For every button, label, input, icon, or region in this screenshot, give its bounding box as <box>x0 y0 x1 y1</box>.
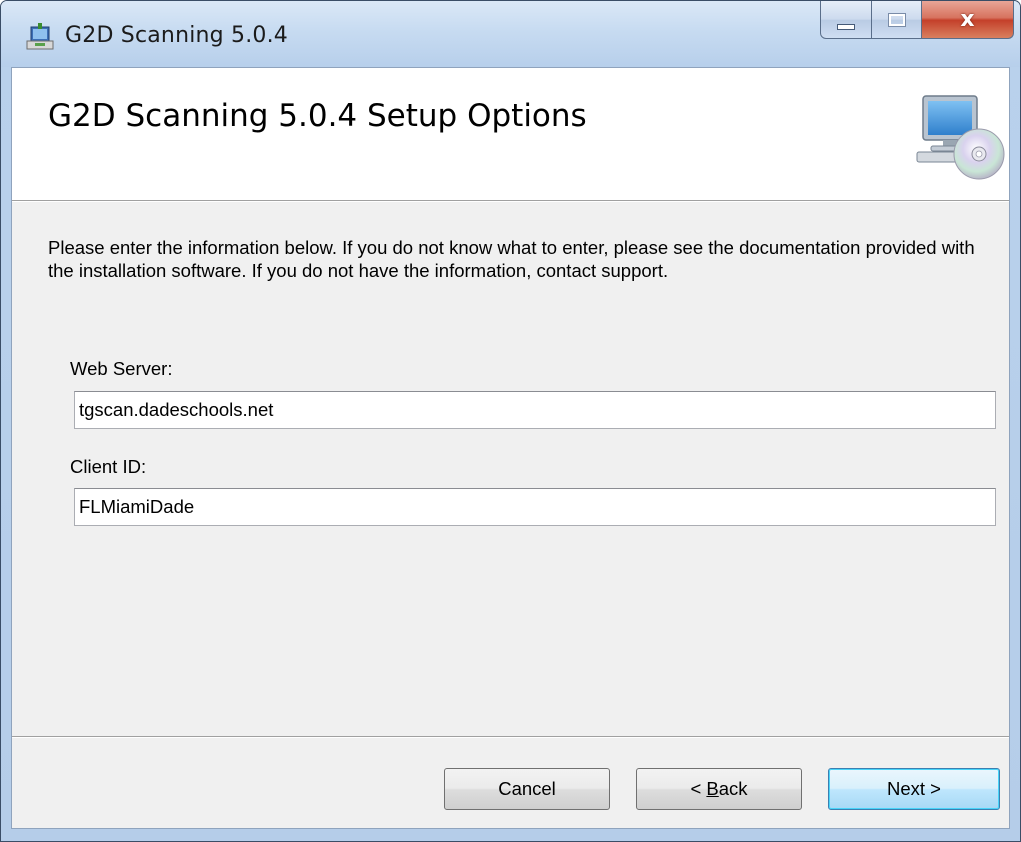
web-server-input[interactable] <box>74 391 996 429</box>
back-button-label: < Back <box>690 778 748 799</box>
minimize-icon <box>837 23 855 30</box>
footer-divider <box>12 736 1009 738</box>
cancel-button[interactable]: Cancel <box>444 768 610 810</box>
next-button-label: Next > <box>887 778 941 799</box>
close-icon: x <box>960 7 975 32</box>
maximize-button[interactable] <box>872 1 922 39</box>
back-button[interactable]: < Back <box>636 768 802 810</box>
window-controls: x <box>820 1 1014 41</box>
page-title: G2D Scanning 5.0.4 Setup Options <box>48 98 587 134</box>
next-button[interactable]: Next > <box>828 768 1000 810</box>
web-server-label: Web Server: <box>70 358 173 379</box>
installer-window: G2D Scanning 5.0.4 x G2D Scanning 5.0.4 … <box>0 0 1021 842</box>
minimize-button[interactable] <box>820 1 872 39</box>
close-button[interactable]: x <box>922 1 1014 39</box>
computer-disc-icon <box>916 95 1005 180</box>
installer-app-icon <box>26 23 54 50</box>
client-id-label: Client ID: <box>70 456 147 477</box>
maximize-icon <box>887 12 906 27</box>
header-banner: G2D Scanning 5.0.4 Setup Options <box>12 68 1009 202</box>
window-title: G2D Scanning 5.0.4 <box>65 23 288 48</box>
client-id-input[interactable] <box>74 488 996 526</box>
cancel-button-label: Cancel <box>498 778 556 799</box>
title-bar[interactable]: G2D Scanning 5.0.4 x <box>1 1 1020 67</box>
dialog-content: G2D Scanning 5.0.4 Setup Options Please … <box>11 67 1010 829</box>
instructions-text: Please enter the information below. If y… <box>48 237 975 281</box>
